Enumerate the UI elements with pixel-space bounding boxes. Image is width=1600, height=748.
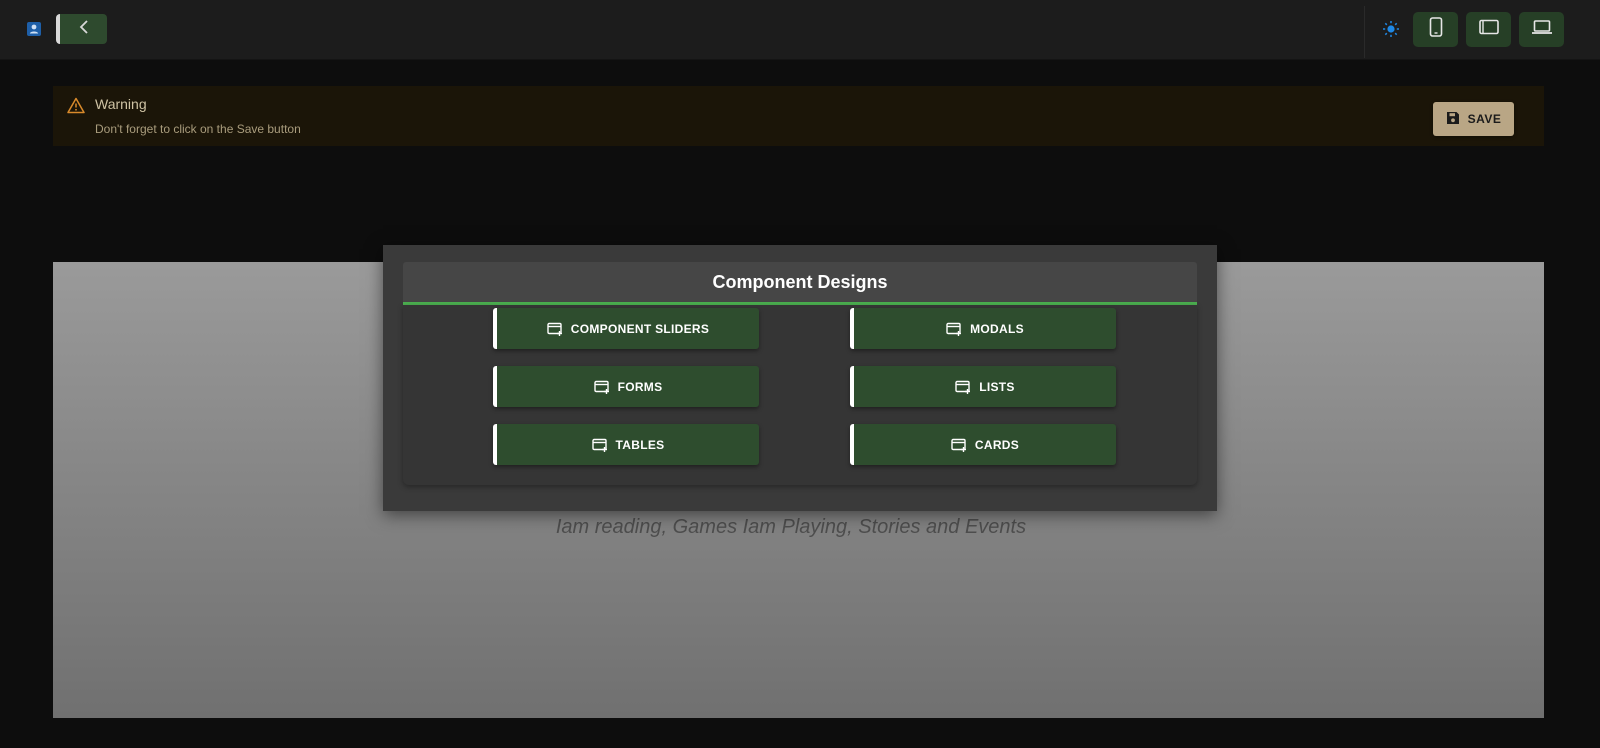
lists-button[interactable]: LISTS xyxy=(850,366,1116,407)
modal-body: COMPONENT SLIDERS MODALS FORMS LISTS TAB… xyxy=(403,305,1197,485)
card-add-icon xyxy=(547,322,563,336)
button-label: LISTS xyxy=(979,379,1015,394)
sun-icon[interactable] xyxy=(1382,20,1400,38)
warning-message: Don't forget to click on the Save button xyxy=(95,122,301,136)
card-add-icon xyxy=(946,322,962,336)
save-button[interactable]: SAVE xyxy=(1433,102,1514,136)
tablet-icon xyxy=(1478,19,1499,40)
button-label: CARDS xyxy=(974,437,1020,452)
warning-banner: Warning Don't forget to click on the Sav… xyxy=(53,86,1544,146)
card-add-icon xyxy=(593,380,610,394)
tablet-view-button[interactable] xyxy=(1466,12,1511,47)
laptop-icon xyxy=(1531,19,1553,40)
modal-title: Component Designs xyxy=(712,271,888,292)
desktop-view-button[interactable] xyxy=(1519,12,1564,47)
mobile-view-button[interactable] xyxy=(1413,12,1458,47)
button-label: TABLES xyxy=(615,437,665,452)
smartphone-icon xyxy=(1429,17,1443,42)
tables-button[interactable]: TABLES xyxy=(493,424,759,465)
preview-subtitle: Iam reading, Games Iam Playing, Stories … xyxy=(555,516,1027,538)
chevron-left-icon xyxy=(77,19,91,40)
forms-button[interactable]: FORMS xyxy=(493,366,759,407)
card-add-icon xyxy=(955,380,971,394)
top-bar xyxy=(0,0,1600,60)
floppy-disk-icon xyxy=(1446,111,1460,128)
warning-title: Warning xyxy=(95,96,147,112)
button-label: MODALS xyxy=(970,321,1024,336)
modals-button[interactable]: MODALS xyxy=(850,308,1116,349)
component-designs-modal: Component Designs COMPONENT SLIDERS MODA… xyxy=(383,245,1217,511)
button-label: FORMS xyxy=(617,379,663,394)
card-add-icon xyxy=(591,438,608,452)
component-sliders-button[interactable]: COMPONENT SLIDERS xyxy=(493,308,759,349)
button-label: COMPONENT SLIDERS xyxy=(570,321,710,336)
card-add-icon xyxy=(951,438,967,452)
modal-header: Component Designs xyxy=(403,262,1197,305)
topbar-divider xyxy=(1364,6,1365,58)
back-button[interactable] xyxy=(56,14,107,44)
cards-button[interactable]: CARDS xyxy=(850,424,1116,465)
warning-triangle-icon xyxy=(67,97,85,114)
save-label: SAVE xyxy=(1467,112,1502,126)
profile-card-icon[interactable] xyxy=(25,20,43,38)
